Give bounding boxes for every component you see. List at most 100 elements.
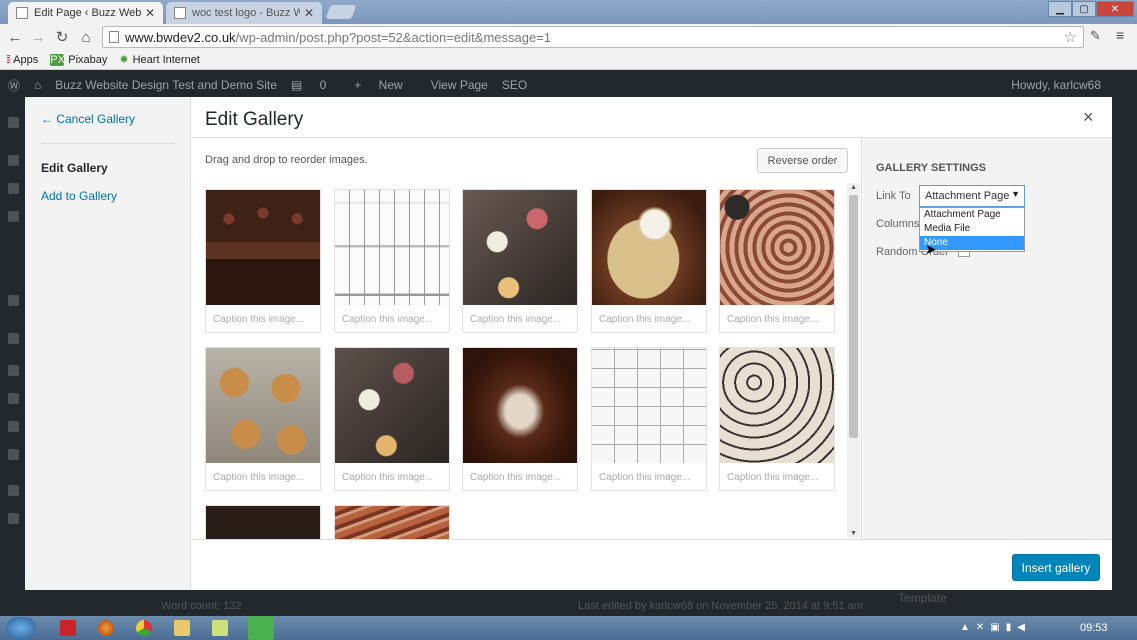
- caption-placeholder[interactable]: Caption this image...: [599, 314, 690, 325]
- scroll-up-arrow-icon[interactable]: ▲: [850, 184, 857, 191]
- caption-placeholder[interactable]: Caption this image...: [213, 472, 304, 483]
- window-maximize-icon[interactable]: ▢: [1072, 1, 1096, 17]
- home-icon[interactable]: ⌂: [34, 78, 41, 92]
- extension-icon[interactable]: ✎: [1090, 28, 1101, 44]
- comments-icon[interactable]: [8, 295, 19, 306]
- thumbnail-image[interactable]: [720, 190, 834, 305]
- thumbnail-image[interactable]: [335, 190, 449, 305]
- thumbnail-image[interactable]: [592, 348, 706, 463]
- caption-placeholder[interactable]: Caption this image...: [470, 472, 561, 483]
- attachment-thumbnail[interactable]: Caption this image...: [591, 189, 707, 333]
- users-icon[interactable]: [8, 393, 19, 404]
- media-icon[interactable]: [8, 183, 19, 194]
- attachment-thumbnail[interactable]: [334, 505, 450, 539]
- caption-placeholder[interactable]: Caption this image...: [599, 472, 690, 483]
- gallery-scrollbar[interactable]: ▲ ▼: [847, 183, 860, 538]
- appearance-icon[interactable]: [8, 333, 19, 344]
- system-tray-icons[interactable]: ▲✕▣▮◀: [960, 622, 1031, 633]
- menu-item-add-to-gallery[interactable]: Add to Gallery: [41, 189, 117, 203]
- caption-placeholder[interactable]: Caption this image...: [727, 314, 818, 325]
- menu-item-edit-gallery[interactable]: Edit Gallery: [41, 161, 108, 175]
- admin-bar-site-name[interactable]: Buzz Website Design Test and Demo Site: [55, 78, 277, 92]
- caption-placeholder[interactable]: Caption this image...: [470, 314, 561, 325]
- scroll-down-arrow-icon[interactable]: ▼: [850, 530, 857, 537]
- caption-placeholder[interactable]: Caption this image...: [342, 472, 433, 483]
- notes-icon[interactable]: [212, 620, 228, 636]
- attachment-thumbnail[interactable]: [205, 505, 321, 539]
- bookmark-heart-internet[interactable]: ✸ Heart Internet: [119, 53, 199, 67]
- insert-gallery-button[interactable]: Insert gallery: [1012, 554, 1100, 581]
- caption-placeholder[interactable]: Caption this image...: [213, 314, 304, 325]
- cancel-gallery-link[interactable]: ← Cancel Gallery: [41, 112, 135, 126]
- browser-menu-icon[interactable]: ≡: [1116, 27, 1124, 43]
- wp-editor-footer: Word count: 132 Last edited by karlcw68 …: [134, 590, 1137, 616]
- browser-tab-woc-logo[interactable]: woc test logo - Buzz Websi ✕: [166, 2, 322, 24]
- seo-icon[interactable]: [8, 485, 19, 496]
- attachment-thumbnail[interactable]: Caption this image...: [334, 189, 450, 333]
- plugins-icon[interactable]: [8, 365, 19, 376]
- option-attachment-page[interactable]: Attachment Page: [920, 208, 1024, 222]
- tab-close-icon[interactable]: ✕: [145, 6, 155, 20]
- pages-icon[interactable]: [8, 211, 19, 222]
- back-arrow-icon[interactable]: ←: [6, 28, 24, 46]
- tools-icon[interactable]: [8, 421, 19, 432]
- filezilla-icon[interactable]: [60, 620, 76, 636]
- new-tab-button[interactable]: [325, 5, 357, 19]
- bookmark-pixabay[interactable]: PX Pixabay: [50, 53, 107, 66]
- collapse-menu-icon[interactable]: [8, 513, 19, 524]
- attachment-thumbnail[interactable]: Caption this image...: [719, 347, 835, 491]
- forward-arrow-icon[interactable]: →: [29, 28, 47, 46]
- address-bar[interactable]: www.bwdev2.co.uk/wp-admin/post.php?post=…: [102, 26, 1084, 48]
- thumbnail-image[interactable]: [463, 190, 577, 305]
- wordpress-logo-icon[interactable]: Ⓦ: [8, 77, 20, 94]
- thumbnail-image[interactable]: [335, 506, 449, 539]
- media-modal: ← Cancel Gallery Edit Gallery Add to Gal…: [25, 97, 1112, 590]
- thumbnail-image[interactable]: [463, 348, 577, 463]
- attachment-thumbnail[interactable]: Caption this image...: [591, 347, 707, 491]
- window-minimize-icon[interactable]: ▁: [1048, 1, 1072, 17]
- window-close-icon[interactable]: ✕: [1096, 1, 1134, 17]
- thumbnail-image[interactable]: [335, 348, 449, 463]
- dashboard-icon[interactable]: [8, 117, 19, 128]
- start-button-icon[interactable]: [6, 617, 36, 639]
- home-icon[interactable]: ⌂: [77, 28, 95, 46]
- settings-icon[interactable]: [8, 449, 19, 460]
- attachment-thumbnail[interactable]: Caption this image...: [462, 189, 578, 333]
- caption-placeholder[interactable]: Caption this image...: [342, 314, 433, 325]
- admin-bar-howdy[interactable]: Howdy, karlcw68: [1011, 78, 1101, 92]
- chrome-icon[interactable]: [136, 620, 152, 636]
- thumbnail-image[interactable]: [206, 348, 320, 463]
- firefox-icon[interactable]: [98, 620, 114, 636]
- scrollbar-thumb[interactable]: [849, 195, 858, 438]
- thumbnail-image[interactable]: [206, 190, 320, 305]
- posts-icon[interactable]: [8, 155, 19, 166]
- admin-bar-new[interactable]: + New: [354, 78, 416, 92]
- mouse-cursor-icon: ➤: [925, 241, 937, 257]
- active-app-icon[interactable]: [248, 616, 274, 640]
- attachment-thumbnail[interactable]: Caption this image...: [462, 347, 578, 491]
- admin-bar-view-page[interactable]: View Page: [431, 78, 488, 92]
- tab-close-icon[interactable]: ✕: [304, 6, 314, 20]
- attachment-thumbnail[interactable]: Caption this image...: [334, 347, 450, 491]
- browser-tab-edit-page[interactable]: Edit Page ‹ Buzz Website D ✕: [8, 2, 163, 24]
- link-to-selected-value: Attachment Page: [925, 190, 1010, 202]
- reload-icon[interactable]: ↻: [53, 28, 71, 46]
- admin-bar-comments[interactable]: ▤ 0: [291, 78, 340, 92]
- link-to-select[interactable]: Attachment Page ▼: [919, 185, 1025, 207]
- attachment-thumbnail[interactable]: Caption this image...: [205, 189, 321, 333]
- reverse-order-button[interactable]: Reverse order: [757, 148, 848, 173]
- option-media-file[interactable]: Media File: [920, 222, 1024, 236]
- bookmark-star-icon[interactable]: ☆: [1064, 28, 1077, 46]
- file-explorer-icon[interactable]: [174, 620, 190, 636]
- thumbnail-image[interactable]: [720, 348, 834, 463]
- bookmark-apps[interactable]: ⁞⁞⁞ Apps: [6, 54, 38, 66]
- close-icon[interactable]: ×: [1083, 107, 1094, 128]
- tab-title: woc test logo - Buzz Websi: [192, 7, 300, 19]
- attachment-thumbnail[interactable]: Caption this image...: [205, 347, 321, 491]
- attachment-thumbnail[interactable]: Caption this image...: [719, 189, 835, 333]
- caption-placeholder[interactable]: Caption this image...: [727, 472, 818, 483]
- bookmarks-bar: ⁞⁞⁞ Apps PX Pixabay ✸ Heart Internet: [0, 50, 1137, 70]
- admin-bar-seo[interactable]: SEO: [502, 78, 527, 92]
- thumbnail-image[interactable]: [592, 190, 706, 305]
- thumbnail-image[interactable]: [206, 506, 320, 539]
